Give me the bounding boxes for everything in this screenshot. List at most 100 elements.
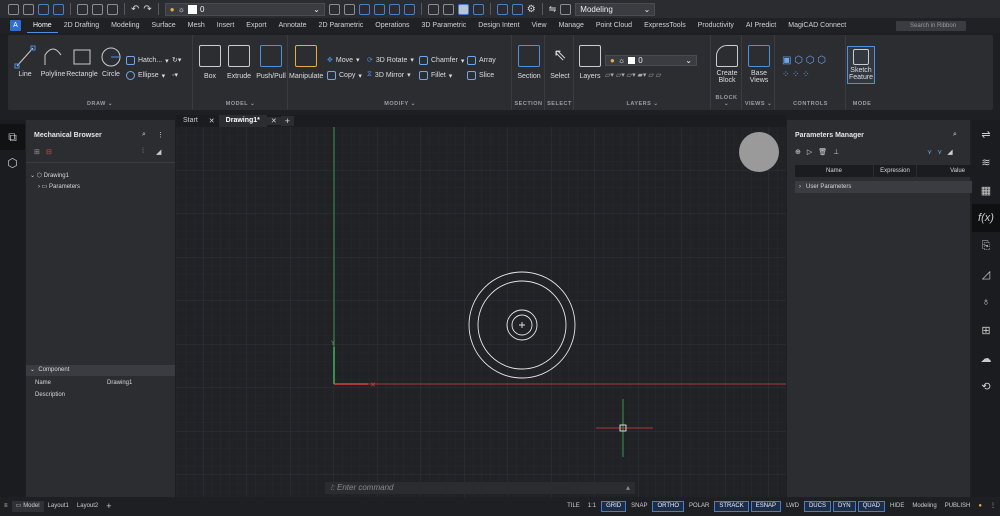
layout-tab-layout1[interactable]: Layout1 xyxy=(44,501,73,512)
layout-tab-model[interactable]: ▭ Model xyxy=(11,501,44,512)
menu-icon[interactable]: ≡ xyxy=(0,501,12,512)
copy-button[interactable]: Copy ▾ xyxy=(327,71,362,80)
browser-tree-icon[interactable]: ⧉ xyxy=(0,124,25,150)
save-icon[interactable] xyxy=(38,3,49,15)
controls-icons-2[interactable]: ⁘ ⁘ ⁘ xyxy=(782,69,810,80)
status-toggle-ortho[interactable]: ORTHO xyxy=(652,501,685,512)
corner-icon[interactable]: ◢ xyxy=(156,148,161,156)
status-toggle-publish[interactable]: PUBLISH xyxy=(941,501,975,512)
attach-icon[interactable]: ⎘ xyxy=(972,232,1000,260)
undo-icon[interactable]: ↶ xyxy=(131,4,139,15)
prop-name-value[interactable]: Drawing1 xyxy=(107,380,132,386)
app-menu-button[interactable]: A xyxy=(10,20,21,31)
tab-magicad-connect[interactable]: MagiCAD Connect xyxy=(782,18,852,33)
layer-select[interactable]: ● ☼ 0 ⌄ xyxy=(605,55,697,66)
tab-home[interactable]: Home xyxy=(27,18,58,33)
filter-icon[interactable]: ⋎ xyxy=(927,148,932,156)
point-button[interactable]: ◦▾ xyxy=(172,71,178,79)
layer-dropdown[interactable]: ● ☼ 0 ⌄ xyxy=(164,2,325,16)
tab-start[interactable]: Start xyxy=(176,115,205,127)
workspace-settings-icon[interactable]: ⇋ xyxy=(549,4,557,15)
tab-mesh[interactable]: Mesh xyxy=(182,18,211,33)
status-toggle-quad[interactable]: QUAD xyxy=(857,501,885,512)
delete-icon[interactable]: 🗑 xyxy=(818,148,827,156)
ribbon-search-input[interactable]: Search in Ribbon xyxy=(896,21,966,31)
corner-icon[interactable]: ◢ xyxy=(947,148,952,156)
tab-drawing1[interactable]: Drawing1* xyxy=(218,115,267,127)
print-icon[interactable] xyxy=(92,3,103,15)
more-icon[interactable]: ⋮ xyxy=(986,501,1000,512)
tab-2d-drafting[interactable]: 2D Drafting xyxy=(58,18,105,33)
status-toggle-tile[interactable]: TILE xyxy=(563,501,584,512)
polyline-button[interactable]: Polyline xyxy=(38,45,68,78)
cube-icon[interactable] xyxy=(427,3,439,15)
print-preview-icon[interactable] xyxy=(77,3,88,15)
layers-icon[interactable]: ≋ xyxy=(972,148,1000,176)
tab-surface[interactable]: Surface xyxy=(146,18,182,33)
add-layout-icon[interactable]: + xyxy=(102,501,115,512)
3d-mirror-button[interactable]: ⧖ 3D Mirror ▾ xyxy=(367,71,411,79)
tab-export[interactable]: Export xyxy=(240,18,272,33)
tab-operations[interactable]: Operations xyxy=(369,18,415,33)
tab-expresstools[interactable]: ExpressTools xyxy=(638,18,692,33)
stamp-icon[interactable]: ⊥ xyxy=(833,148,839,156)
function-icon[interactable]: f(x) xyxy=(972,204,1000,232)
3d-rotate-button[interactable]: ⟳ 3D Rotate ▾ xyxy=(367,56,414,65)
section-button[interactable]: Section xyxy=(513,45,545,80)
tab-2d-parametric[interactable]: 2D Parametric xyxy=(313,18,370,33)
tab-insert[interactable]: Insert xyxy=(211,18,241,33)
tree-item-drawing[interactable]: ⌄ ⬡ Drawing1 xyxy=(30,172,69,179)
layout-tab-layout2[interactable]: Layout2 xyxy=(73,501,102,512)
workspace-dropdown[interactable]: Modeling ⌄ xyxy=(575,2,656,16)
layers-button[interactable]: Layers xyxy=(577,45,603,80)
sketch-feature-button[interactable]: Sketch Feature xyxy=(847,46,875,84)
add-parameter-icon[interactable]: ⊕ xyxy=(795,148,801,156)
tab-ai-predict[interactable]: AI Predict xyxy=(740,18,782,33)
new-tab-icon[interactable]: + xyxy=(280,116,295,126)
base-views-button[interactable]: Base Views xyxy=(743,45,775,84)
cloud-icon[interactable]: ☁ xyxy=(972,344,1000,372)
view-icon[interactable] xyxy=(457,3,469,15)
tree-filter-icon[interactable]: ⊟ xyxy=(46,148,52,156)
tab-point-cloud[interactable]: Point Cloud xyxy=(590,18,638,33)
status-toggle-modeling[interactable]: Modeling xyxy=(908,501,940,512)
history-icon[interactable]: ⟲ xyxy=(972,372,1000,400)
line-button[interactable]: Line xyxy=(12,45,38,78)
status-toggle-esnap[interactable]: ESNAP xyxy=(750,501,782,512)
status-toggle-ducs[interactable]: DUCS xyxy=(803,501,831,512)
box-button[interactable]: Box xyxy=(196,45,224,80)
gear-icon[interactable]: ⚙ xyxy=(527,4,536,15)
chart-icon[interactable]: ◿ xyxy=(972,260,1000,288)
rectangle-button[interactable]: Rectangle xyxy=(66,45,98,78)
render-icon[interactable] xyxy=(472,3,484,15)
status-toggle-grid[interactable]: GRID xyxy=(601,501,627,512)
filter-clear-icon[interactable]: ⋎ xyxy=(937,148,942,156)
redo-icon[interactable]: ↷ xyxy=(143,4,151,15)
arc-button[interactable]: ↻▾ xyxy=(172,56,181,64)
ellipse-button[interactable]: Ellipse ▾ xyxy=(126,71,165,80)
move-button[interactable]: ✥ Move ▾ xyxy=(327,56,360,65)
cube-shaded-icon[interactable] xyxy=(442,3,454,15)
more-options-icon[interactable]: ⋮ xyxy=(157,131,164,139)
component-section-header[interactable]: ⌄ Component xyxy=(26,365,175,376)
fillet-button[interactable]: Fillet ▾ xyxy=(419,71,452,80)
chamfer-button[interactable]: Chamfer ▾ xyxy=(419,56,464,65)
new-icon[interactable] xyxy=(8,3,19,15)
drawing-canvas[interactable]: Y✕ xyxy=(176,127,786,497)
create-block-button[interactable]: Create Block xyxy=(712,45,742,84)
pushpull-button[interactable]: Push/Pull xyxy=(254,45,288,80)
manipulate-button[interactable]: Manipulate xyxy=(289,45,323,80)
user-parameters-row[interactable]: › User Parameters xyxy=(795,181,973,193)
select-button[interactable]: ⇖ Select xyxy=(546,45,574,80)
close-icon[interactable]: ✕ xyxy=(205,117,219,125)
properties-icon[interactable]: ⇌ xyxy=(972,120,1000,148)
tab-productivity[interactable]: Productivity xyxy=(692,18,740,33)
tab-view[interactable]: View xyxy=(526,18,553,33)
status-toggle-1-1[interactable]: 1:1 xyxy=(584,501,600,512)
tree-view-icon[interactable]: ⊞ xyxy=(34,148,40,156)
sign-icon[interactable]: ⊞ xyxy=(972,316,1000,344)
controls-icons[interactable]: ▣ ⬡ ⬡ ⬡ xyxy=(782,55,826,66)
status-toggle-dyn[interactable]: DYN xyxy=(832,501,856,512)
status-toggle-lwd[interactable]: LWD xyxy=(782,501,803,512)
tab-3d-parametric[interactable]: 3D Parametric xyxy=(416,18,473,33)
